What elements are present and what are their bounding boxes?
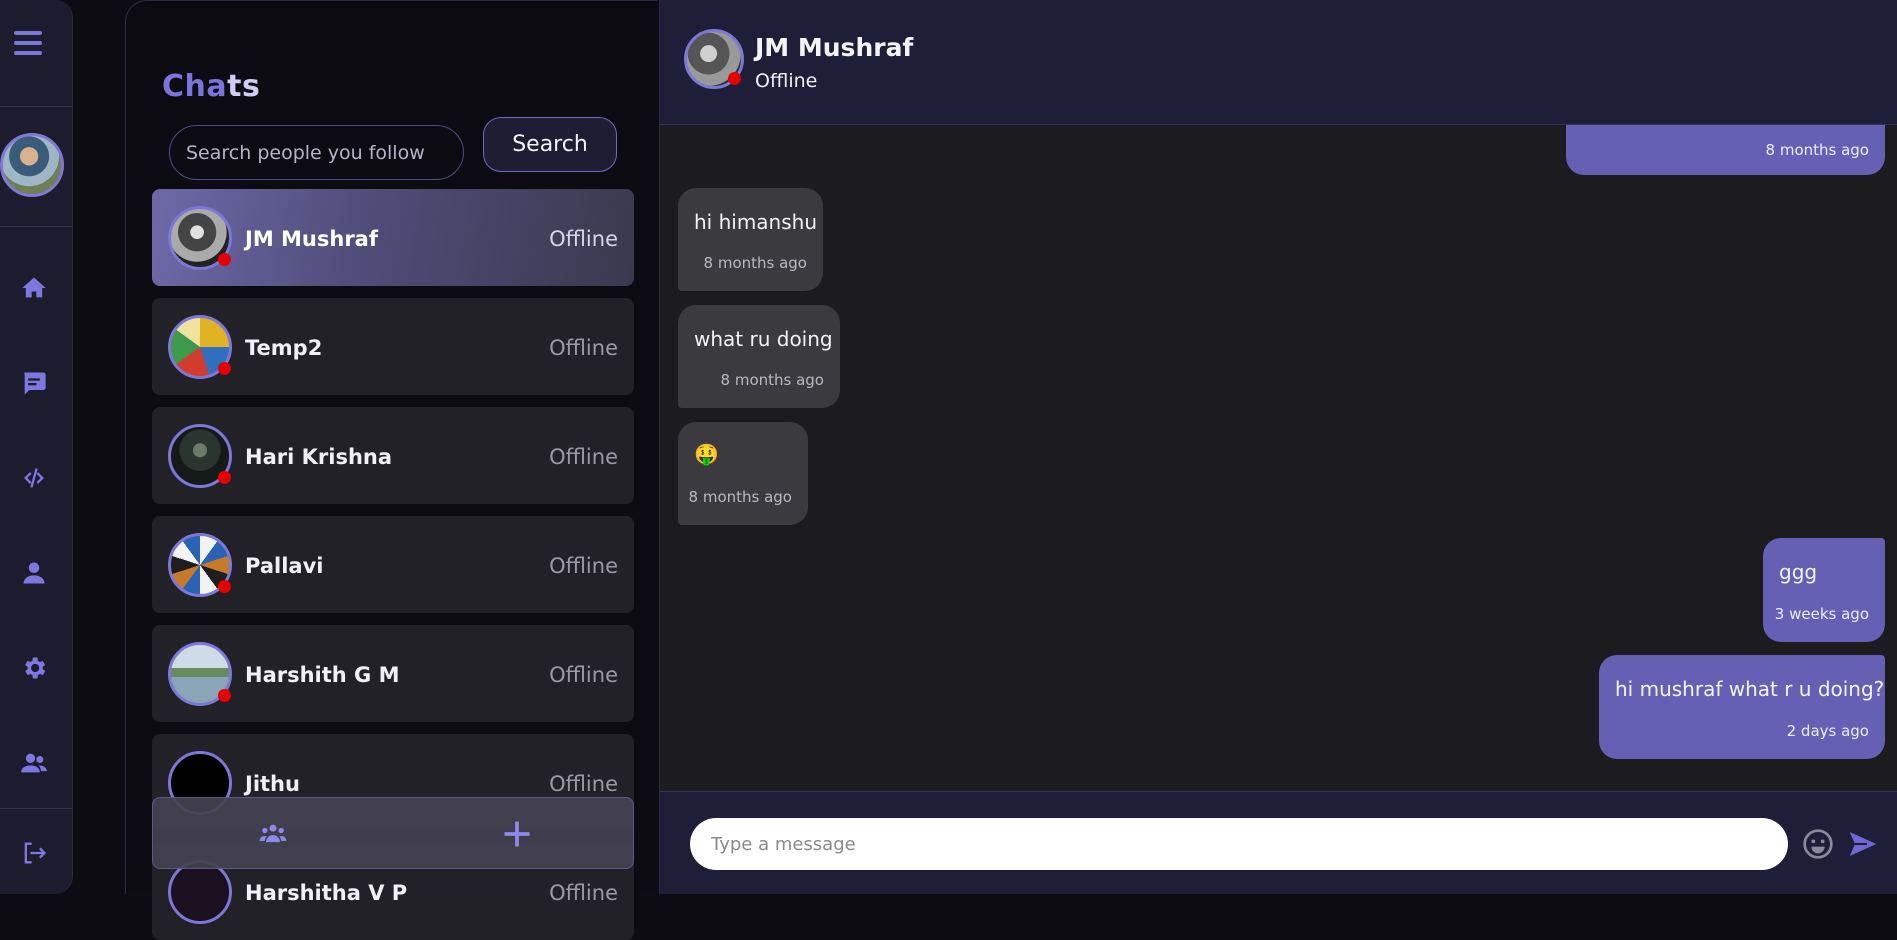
message-time: 8 months ago [720,371,824,389]
message-text: what ru doing [694,327,833,351]
contact-name: Harshith G M [245,663,400,687]
contact-name: Harshitha V P [245,881,408,905]
gear-icon[interactable] [14,648,54,688]
group-icon[interactable] [253,816,293,852]
contact-status: Offline [549,881,618,905]
message-text: hi himanshu [694,210,818,234]
contact-item[interactable]: JM Mushraf Offline [152,189,634,286]
chat-list-bottom-bar [152,797,634,869]
contact-name: Jithu [245,772,300,796]
message-input[interactable] [690,818,1788,870]
message-time: 3 weeks ago [1774,605,1869,623]
offline-status-dot [218,362,231,375]
contact-item[interactable]: Pallavi Offline [152,516,634,613]
code-icon[interactable] [14,458,54,498]
menu-icon[interactable] [14,28,44,58]
divider [0,226,72,227]
contact-status: Offline [549,554,618,578]
contact-name: JM Mushraf [755,33,914,62]
message-bubble: hi mushraf what r u doing? 2 days ago [1599,655,1885,759]
plus-icon[interactable] [497,816,537,852]
offline-status-dot [218,580,231,593]
chat-list-title: Chats [162,69,260,104]
message-time: 8 months ago [703,254,807,272]
chat-list-panel: Chats Search JM Mushraf Offline Temp2 Of… [125,0,657,940]
avatar [168,860,232,924]
contact-status: Offline [549,445,618,469]
conversation-header: JM Mushraf Offline [660,0,1897,125]
users-icon[interactable] [14,743,54,783]
contact-name: JM Mushraf [245,227,378,251]
title-rest: ts [227,69,261,104]
contact-status: Offline [549,227,618,251]
offline-status-dot [218,253,231,266]
divider [0,106,72,107]
contact-status: Offline [549,663,618,687]
contact-name: Temp2 [245,336,323,360]
title-accent: Cha [162,69,228,104]
search-button[interactable]: Search [483,117,617,172]
message-bubble: what ru doing 8 months ago [678,305,840,408]
contact-status: Offline [549,772,618,796]
contact-item[interactable]: Harshith G M Offline [152,625,634,722]
message-time: 8 months ago [688,488,792,506]
message-bubble: hi himanshu 8 months ago [678,188,823,291]
profile-avatar[interactable] [0,133,64,197]
nav-rail [0,0,73,894]
message-text: 🤑 [694,442,719,466]
user-icon[interactable] [14,553,54,593]
contact-status: Offline [755,70,818,92]
logout-icon[interactable] [14,833,54,873]
message-time: 8 months ago [1765,141,1869,159]
message-bubble: 🤑 8 months ago [678,422,808,525]
contact-status: Offline [549,336,618,360]
contact-name: Pallavi [245,554,324,578]
message-time: 2 days ago [1786,722,1869,740]
contact-name: Hari Krishna [245,445,393,469]
contact-item[interactable]: Hari Krishna Offline [152,407,634,504]
conversation-panel: 8 months ago hi himanshu 8 months ago wh… [659,0,1897,894]
offline-status-dot [218,471,231,484]
home-icon[interactable] [14,268,54,308]
emoji-icon[interactable] [1801,827,1835,861]
divider [0,808,72,809]
search-input[interactable] [169,125,464,180]
send-icon[interactable] [1846,827,1880,861]
offline-status-dot [728,72,741,85]
message-bubble: ggg 3 weeks ago [1763,538,1885,642]
message-text: hi mushraf what r u doing? [1615,677,1885,701]
offline-status-dot [218,689,231,702]
message-composer [660,791,1897,894]
chat-icon[interactable] [14,363,54,403]
message-text: ggg [1779,560,1818,584]
contact-item[interactable]: Temp2 Offline [152,298,634,395]
